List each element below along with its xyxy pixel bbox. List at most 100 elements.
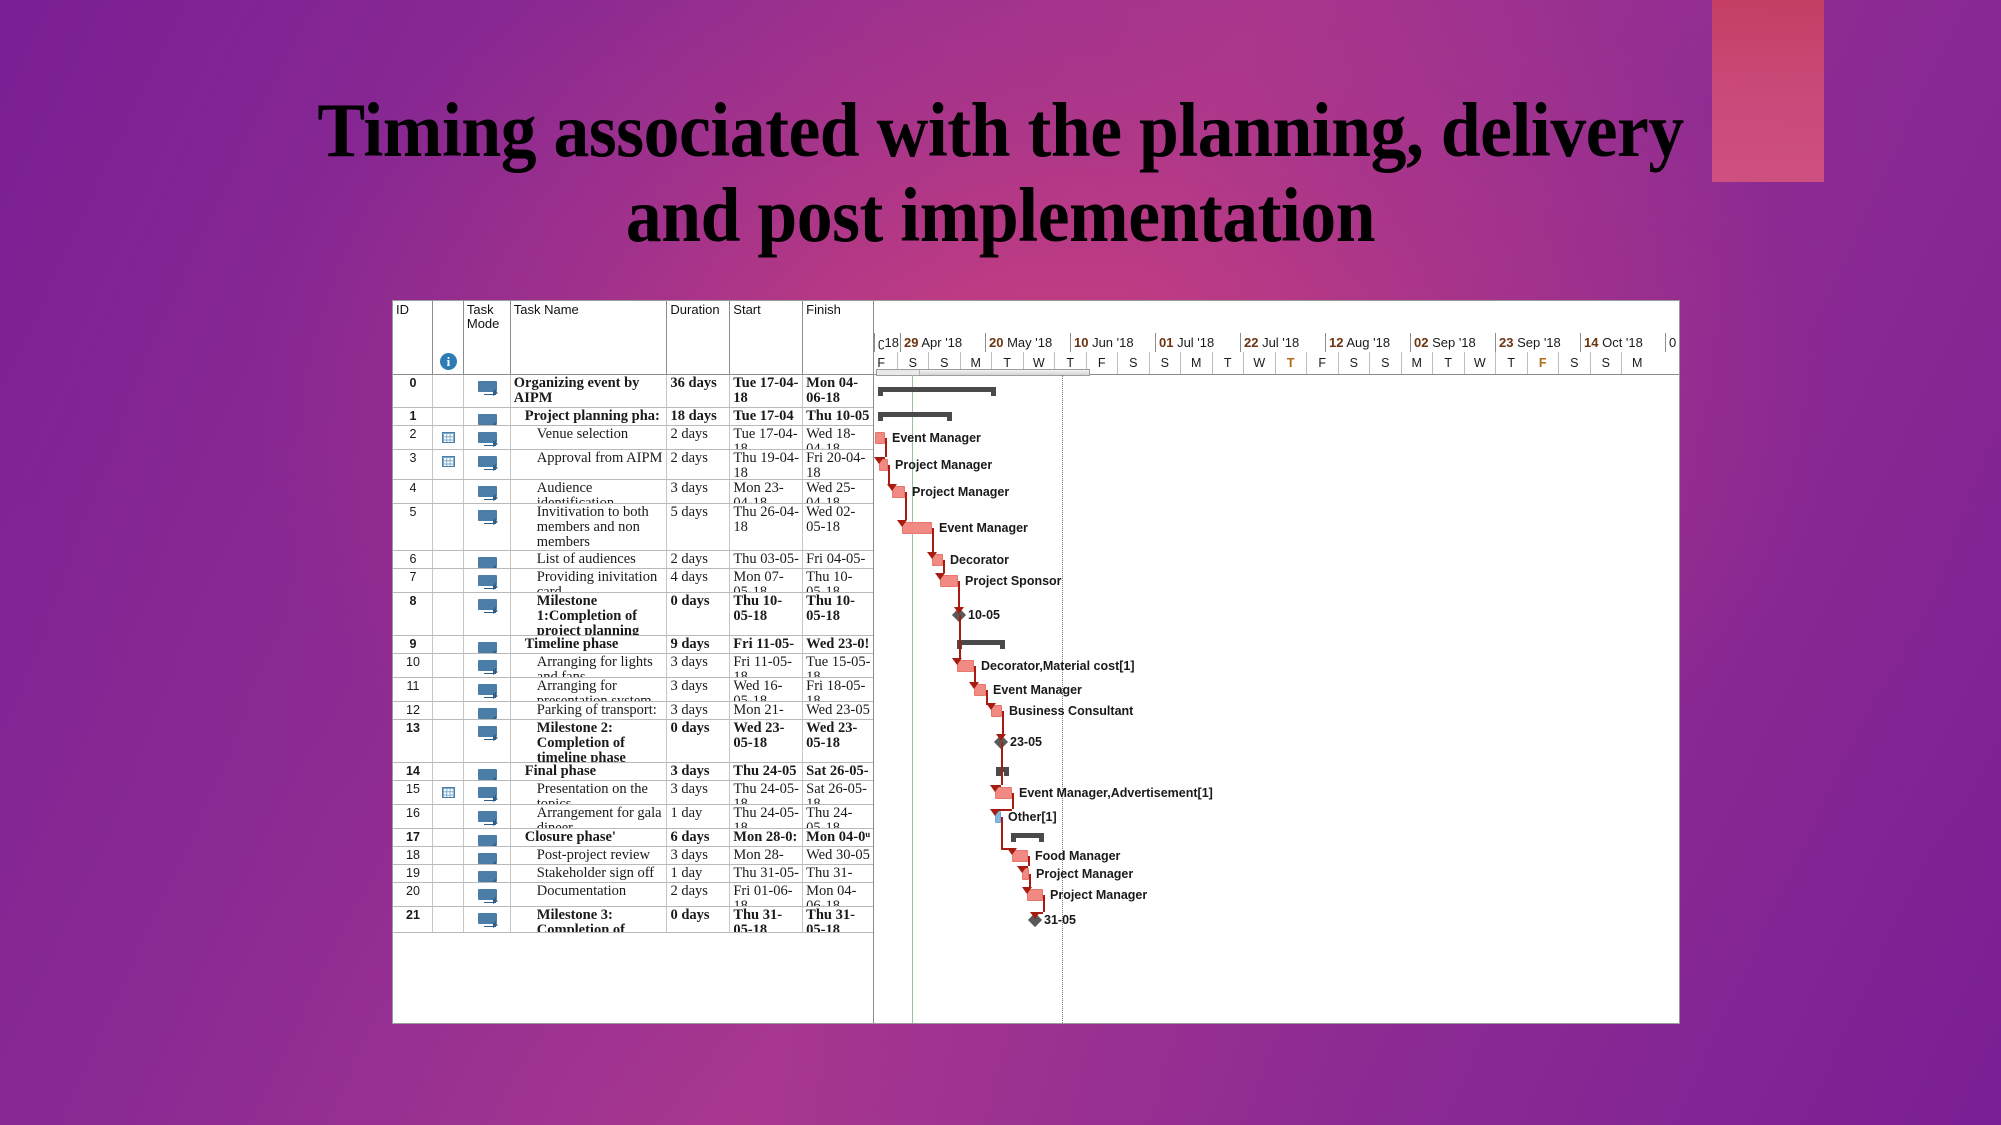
task-mode-icon[interactable]	[477, 575, 498, 590]
task-mode-icon[interactable]	[477, 486, 498, 501]
task-mode-icon[interactable]	[477, 557, 498, 568]
table-row[interactable]: 7 Providing inivitation card 4 days Mon 07-…	[393, 569, 873, 593]
cell-duration[interactable]: 18 days	[667, 408, 731, 425]
table-row[interactable]: 3 Approval from AIPM 2 days Thu 19-04-18 Fri…	[393, 450, 873, 480]
gantt-task-bar[interactable]	[875, 432, 885, 444]
cell-finish[interactable]: Thu 10-05	[803, 408, 873, 425]
cell-task-mode[interactable]	[464, 569, 511, 592]
column-header-duration[interactable]: Duration	[667, 301, 731, 374]
table-row[interactable]: 19 Stakeholder sign off 1 day Thu 31-05- Thu…	[393, 865, 873, 883]
task-mode-icon[interactable]	[477, 642, 498, 653]
cell-task-name[interactable]: Providing inivitation card	[511, 569, 668, 592]
cell-finish[interactable]: Sat 26-05-18	[803, 781, 873, 804]
cell-start[interactable]: Thu 10-05-18	[730, 593, 804, 635]
task-mode-icon[interactable]	[477, 510, 498, 525]
cell-task-name[interactable]: Audience identification	[511, 480, 668, 503]
cell-finish[interactable]: Wed 23-05-18	[803, 720, 873, 762]
cell-task-name[interactable]: Approval from AIPM	[511, 450, 668, 479]
task-mode-icon[interactable]	[477, 853, 498, 864]
table-row[interactable]: 15 Presentation on the topics 3 days Thu 24…	[393, 781, 873, 805]
cell-duration[interactable]: 2 days	[667, 426, 731, 449]
cell-task-name[interactable]: Milestone 3: Completion of	[511, 907, 668, 932]
table-row[interactable]: 2 Venue selection 2 days Tue 17-04-18 Wed 18…	[393, 426, 873, 450]
gantt-summary-bar[interactable]	[878, 412, 952, 421]
task-mode-icon[interactable]	[477, 660, 498, 675]
task-mode-icon[interactable]	[477, 414, 498, 425]
cell-duration[interactable]: 5 days	[667, 504, 731, 550]
task-mode-icon[interactable]	[477, 871, 498, 882]
cell-task-mode[interactable]	[464, 805, 511, 828]
cell-finish[interactable]: Tue 15-05-18	[803, 654, 873, 677]
cell-duration[interactable]: 3 days	[667, 702, 731, 719]
cell-task-mode[interactable]	[464, 907, 511, 932]
task-mode-icon[interactable]	[477, 787, 498, 802]
cell-duration[interactable]: 9 days	[667, 636, 731, 653]
cell-finish[interactable]: Thu 10-05-18	[803, 569, 873, 592]
cell-task-name[interactable]: Final phase	[511, 763, 668, 780]
cell-duration[interactable]: 0 days	[667, 720, 731, 762]
cell-finish[interactable]: Thu 10-05-18	[803, 593, 873, 635]
column-header-finish[interactable]: Finish	[803, 301, 873, 374]
task-mode-icon[interactable]	[477, 708, 498, 719]
table-row[interactable]: 6 List of audiences 2 days Thu 03-05- Fri 04…	[393, 551, 873, 569]
table-row[interactable]: 5 Invitivation to both members and non me…	[393, 504, 873, 551]
task-mode-icon[interactable]	[477, 835, 498, 846]
task-mode-icon[interactable]	[477, 726, 498, 741]
task-mode-icon[interactable]	[477, 456, 498, 471]
task-mode-icon[interactable]	[477, 432, 498, 447]
cell-task-mode[interactable]	[464, 829, 511, 846]
table-row[interactable]: 20 Documentation 2 days Fri 01-06-18 Mon 04-…	[393, 883, 873, 907]
task-mode-icon[interactable]	[477, 769, 498, 780]
cell-start[interactable]: Thu 19-04-18	[730, 450, 804, 479]
cell-duration[interactable]: 1 day	[667, 865, 731, 882]
cell-task-name[interactable]: Timeline phase	[511, 636, 668, 653]
cell-finish[interactable]: Mon 04-0ͧ	[803, 829, 873, 846]
cell-duration[interactable]: 3 days	[667, 763, 731, 780]
cell-task-name[interactable]: Closure phase'	[511, 829, 668, 846]
cell-start[interactable]: Wed 23-05-18	[730, 720, 804, 762]
cell-task-name[interactable]: Venue selection	[511, 426, 668, 449]
cell-duration[interactable]: 2 days	[667, 883, 731, 906]
scrollbar-thumb[interactable]	[877, 370, 920, 375]
cell-task-mode[interactable]	[464, 847, 511, 864]
task-mode-icon[interactable]	[477, 684, 498, 699]
table-row[interactable]: 0 Organizing event by AIPM 36 days Tue 17-0…	[393, 375, 873, 408]
column-header-task-mode[interactable]: Task Mode	[464, 301, 511, 374]
cell-task-name[interactable]: Invitivation to both members and non mem…	[511, 504, 668, 550]
cell-duration[interactable]: 3 days	[667, 480, 731, 503]
cell-finish[interactable]: Sat 26-05-	[803, 763, 873, 780]
cell-task-mode[interactable]	[464, 865, 511, 882]
table-row[interactable]: 8 Milestone 1:Completion of project plann…	[393, 593, 873, 636]
cell-task-name[interactable]: Presentation on the topics	[511, 781, 668, 804]
table-row[interactable]: 17 Closure phase' 6 days Mon 28-0: Mon 04-0ͧ	[393, 829, 873, 847]
cell-duration[interactable]: 4 days	[667, 569, 731, 592]
cell-start[interactable]: Thu 24-05	[730, 763, 804, 780]
cell-task-name[interactable]: Arranging for presentation system	[511, 678, 668, 701]
cell-start[interactable]: Tue 17-04	[730, 408, 804, 425]
cell-task-mode[interactable]	[464, 375, 511, 407]
cell-duration[interactable]: 0 days	[667, 907, 731, 932]
cell-task-mode[interactable]	[464, 654, 511, 677]
cell-task-name[interactable]: Arranging for lights and fans	[511, 654, 668, 677]
cell-task-mode[interactable]	[464, 763, 511, 780]
cell-finish[interactable]: Wed 18-04-18	[803, 426, 873, 449]
cell-duration[interactable]: 36 days	[667, 375, 731, 407]
cell-start[interactable]: Thu 03-05-	[730, 551, 804, 568]
cell-start[interactable]: Thu 31-05-18	[730, 907, 804, 932]
cell-finish[interactable]: Wed 23-0!	[803, 636, 873, 653]
table-row[interactable]: 10 Arranging for lights and fans 3 days Fri…	[393, 654, 873, 678]
task-mode-icon[interactable]	[477, 913, 498, 928]
cell-task-mode[interactable]	[464, 720, 511, 762]
cell-duration[interactable]: 0 days	[667, 593, 731, 635]
cell-duration[interactable]: 3 days	[667, 781, 731, 804]
table-row[interactable]: 14 Final phase 3 days Thu 24-05 Sat 26-05-	[393, 763, 873, 781]
cell-task-name[interactable]: List of audiences	[511, 551, 668, 568]
cell-task-mode[interactable]	[464, 678, 511, 701]
cell-duration[interactable]: 2 days	[667, 450, 731, 479]
cell-start[interactable]: Fri 01-06-18	[730, 883, 804, 906]
cell-task-name[interactable]: Milestone 1:Completion of project planni…	[511, 593, 668, 635]
cell-finish[interactable]: Mon 04-06-18	[803, 375, 873, 407]
column-header-indicator[interactable]: i	[433, 301, 464, 374]
cell-start[interactable]: Thu 24-05-18	[730, 805, 804, 828]
cell-start[interactable]: Thu 31-05-	[730, 865, 804, 882]
